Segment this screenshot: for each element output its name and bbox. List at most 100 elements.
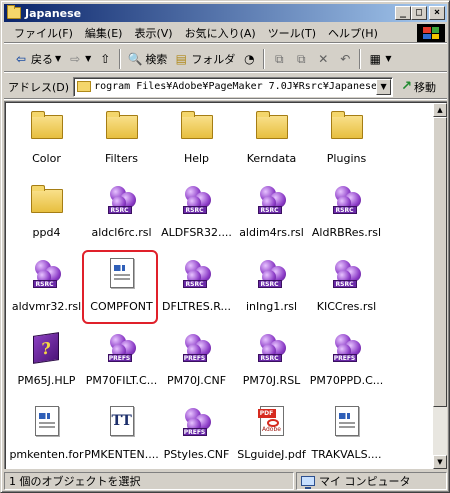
file-item[interactable]: RSRC aldim4rs.rsl: [234, 182, 309, 262]
chevron-down-icon: ▼: [385, 54, 392, 63]
file-item[interactable]: Filters: [84, 108, 159, 188]
file-item-label: AldRBRes.rsl: [311, 226, 382, 239]
file-item-iconbox: PREFS: [179, 330, 215, 366]
close-button[interactable]: ×: [429, 6, 445, 20]
document-icon: [34, 406, 59, 436]
scroll-down-button[interactable]: ▼: [433, 455, 447, 469]
move-to-button[interactable]: ⧉: [268, 49, 290, 69]
file-item[interactable]: RSRC KICCres.rsl: [309, 256, 384, 336]
file-item-label: PM70FILT.C...: [85, 374, 158, 387]
status-bar: 1 個のオブジェクトを選択 マイ コンピュータ: [4, 472, 447, 490]
go-label: 移動: [413, 80, 436, 94]
file-item-label: KICCres.rsl: [316, 300, 377, 313]
file-item[interactable]: RSRC AldRBRes.rsl: [309, 182, 384, 262]
history-button[interactable]: ◔: [238, 49, 260, 69]
file-item[interactable]: Plugins: [309, 108, 384, 188]
file-item[interactable]: PREFS PM70FILT.C...: [84, 330, 159, 410]
maximize-button[interactable]: □: [411, 6, 427, 20]
scroll-thumb[interactable]: [433, 117, 447, 407]
up-folder-icon: ⇧: [100, 51, 111, 66]
folder-icon: [30, 111, 63, 139]
toolbar-divider: [119, 48, 122, 69]
back-button[interactable]: ⇦ 戻る ▼: [10, 49, 64, 69]
file-item[interactable]: RSRC inIng1.rsl: [234, 256, 309, 336]
computer-icon: [301, 476, 315, 489]
undo-icon: ↶: [340, 51, 351, 66]
forward-button[interactable]: ⇨ ▼: [64, 49, 94, 69]
rsrc-file-icon: RSRC: [257, 260, 286, 288]
views-button[interactable]: ▦ ▼: [364, 49, 394, 69]
rsrc-file-icon: RSRC: [332, 186, 361, 214]
file-item[interactable]: RSRC DFLTRES.R...: [159, 256, 234, 336]
icon-tag: ?: [40, 338, 51, 359]
menu-file[interactable]: ファイル(F): [8, 25, 79, 41]
icon-tag: Adobe: [262, 426, 281, 433]
file-item[interactable]: RSRC aldvmr32.rsl: [9, 256, 84, 336]
file-item[interactable]: RSRC PM70J.RSL: [234, 330, 309, 410]
icon-tag: RSRC: [257, 206, 282, 214]
search-icon: 🔍: [127, 51, 143, 66]
menu-tools[interactable]: ツール(T): [262, 25, 322, 41]
file-item-label: PM65J.HLP: [17, 374, 76, 387]
folder-icon: [180, 111, 213, 139]
file-item[interactable]: RSRC ALDFSR32....: [159, 182, 234, 262]
delete-button[interactable]: ✕: [312, 49, 334, 69]
window-title: Japanese: [25, 6, 82, 20]
title-bar[interactable]: Japanese _ □ ×: [4, 4, 447, 22]
views-icon: ▦: [369, 51, 381, 66]
icon-tag: RSRC: [332, 280, 357, 288]
file-item-iconbox: [179, 108, 215, 144]
status-selection-text: 1 個のオブジェクトを選択: [9, 475, 141, 488]
search-button[interactable]: 🔍 検索: [124, 49, 170, 69]
folders-icon: ▤: [175, 51, 187, 66]
undo-button[interactable]: ↶: [334, 49, 356, 69]
file-item-iconbox: [104, 108, 140, 144]
pdf-file-icon: PDF Adobe: [257, 406, 284, 436]
file-item[interactable]: PREFS PM70J.CNF: [159, 330, 234, 410]
toolbar-divider: [359, 48, 362, 69]
address-input[interactable]: rogram Files¥Adobe¥PageMaker 7.0J¥Rsrc¥J…: [73, 76, 394, 97]
file-item[interactable]: ppd4: [9, 182, 84, 262]
address-dropdown-button[interactable]: ▼: [376, 78, 392, 95]
vertical-scrollbar[interactable]: ▲ ▼: [433, 103, 447, 469]
minimize-button[interactable]: _: [395, 6, 411, 20]
folders-button[interactable]: ▤ フォルダ: [170, 49, 238, 69]
toolbar-divider: [263, 48, 266, 69]
status-zone-text: マイ コンピュータ: [319, 475, 411, 488]
file-item-label: SLguideJ.pdf: [237, 448, 306, 461]
copy-to-icon: ⧉: [297, 51, 306, 66]
file-item-label: inIng1.rsl: [245, 300, 298, 313]
history-icon: ◔: [244, 51, 255, 66]
file-item-iconbox: RSRC: [179, 256, 215, 292]
file-item-label: TRAKVALS....: [311, 448, 382, 461]
menu-edit[interactable]: 編集(E): [79, 25, 129, 41]
menu-help[interactable]: ヘルプ(H): [322, 25, 384, 41]
icon-tag: RSRC: [257, 280, 282, 288]
file-item[interactable]: Help: [159, 108, 234, 188]
icon-tag: RSRC: [182, 206, 207, 214]
icon-tag: PDF: [257, 409, 276, 418]
go-arrow-icon: ↗: [401, 79, 412, 94]
folder-icon: [105, 111, 138, 139]
menu-view[interactable]: 表示(V): [128, 25, 178, 41]
up-folder-button[interactable]: ⇧: [94, 49, 116, 69]
file-item[interactable]: Color: [9, 108, 84, 188]
file-item-label: Plugins: [326, 152, 367, 165]
folder-icon: [7, 5, 21, 19]
file-item[interactable]: ? PM65J.HLP: [9, 330, 84, 410]
file-item-iconbox: RSRC: [254, 256, 290, 292]
file-item[interactable]: Kerndata: [234, 108, 309, 188]
icon-tag: RSRC: [257, 354, 282, 362]
file-item[interactable]: PREFS PM70PPD.C...: [309, 330, 384, 410]
file-item-label: aldvmr32.rsl: [11, 300, 82, 313]
file-list-view[interactable]: Color Filters Help Kerndata Plugins ppd4 RSRC a…: [4, 101, 447, 469]
file-item-label: aldcl6rc.rsl: [91, 226, 152, 239]
scroll-up-button[interactable]: ▲: [433, 103, 447, 117]
file-item-label: PStyles.CNF: [163, 448, 230, 461]
copy-to-button[interactable]: ⧉: [290, 49, 312, 69]
icon-tag: PREFS: [182, 354, 207, 362]
menu-favorites[interactable]: お気に入り(A): [179, 25, 262, 41]
go-button[interactable]: ↗ 移動: [401, 79, 436, 95]
address-value: rogram Files¥Adobe¥PageMaker 7.0J¥Rsrc¥J…: [94, 81, 377, 92]
file-item-iconbox: [29, 182, 65, 218]
